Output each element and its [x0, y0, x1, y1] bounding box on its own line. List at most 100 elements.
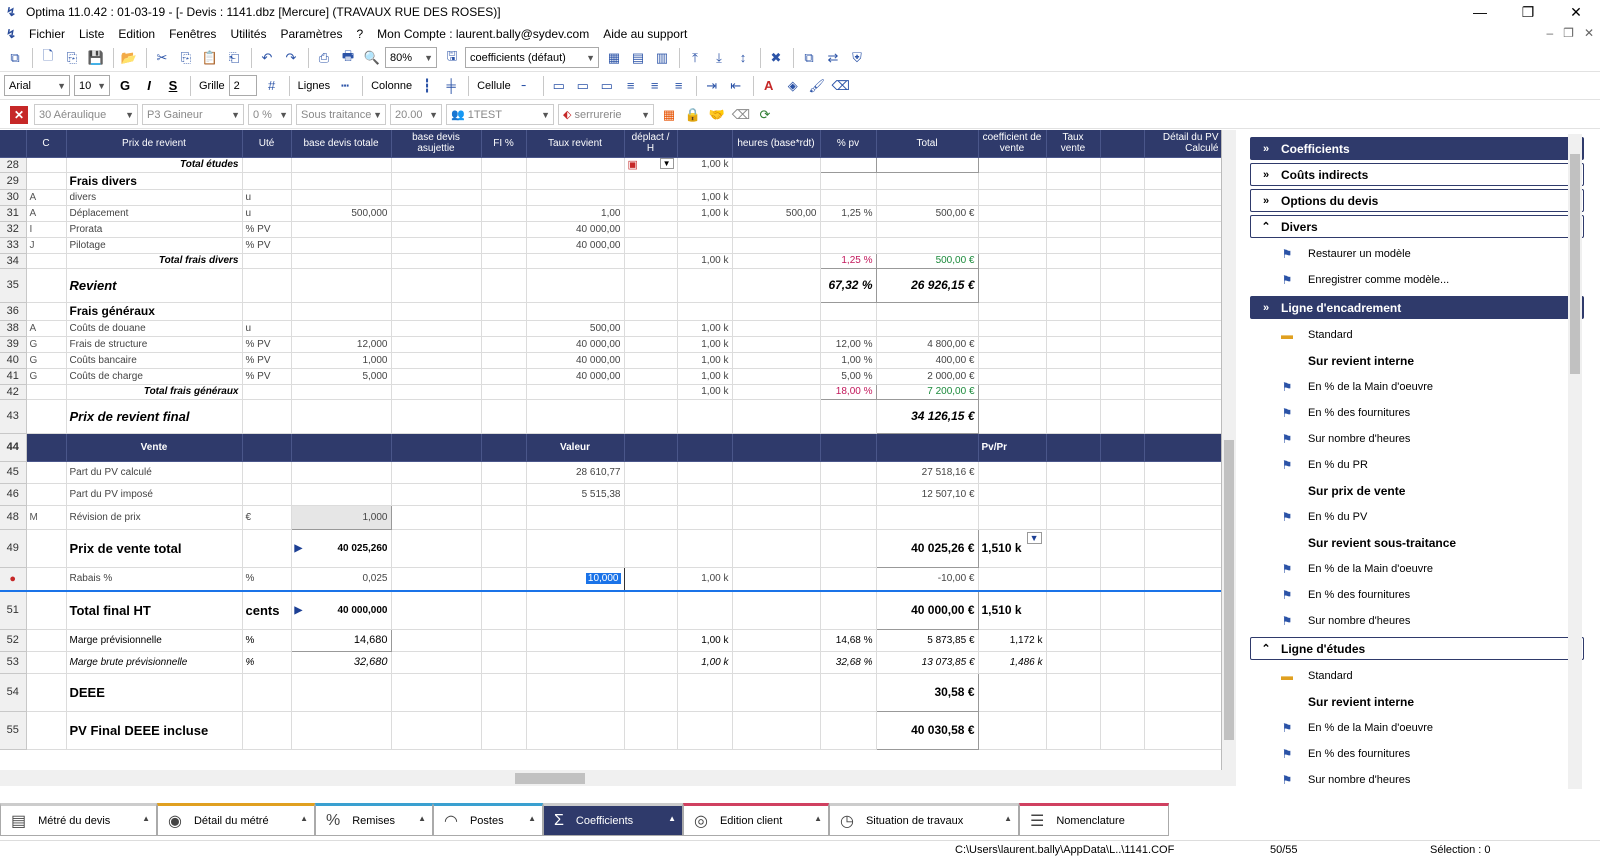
cell[interactable] [291, 221, 392, 238]
cell-total[interactable]: 27 518,16 € [876, 461, 979, 484]
cell[interactable] [1046, 352, 1101, 369]
cell[interactable] [624, 591, 678, 630]
cell[interactable] [1144, 461, 1221, 484]
cell[interactable] [1046, 461, 1101, 484]
cell-taux[interactable]: 40 000,00 [526, 336, 625, 353]
column-style-icon[interactable]: ┇ [416, 75, 438, 97]
cell[interactable] [1144, 673, 1221, 712]
cell[interactable] [1144, 567, 1221, 592]
cell-label[interactable]: PV Final DEEE incluse [66, 711, 243, 750]
cell-pv[interactable]: 1,25 % [820, 205, 877, 222]
cell[interactable] [732, 302, 821, 321]
cell[interactable] [978, 320, 1047, 337]
cell-base[interactable]: 14,680 [290, 628, 392, 652]
outdent-icon[interactable]: ⇤ [725, 75, 747, 97]
cell[interactable] [820, 237, 877, 254]
cell[interactable] [526, 157, 625, 173]
cell[interactable] [732, 189, 821, 206]
brush-icon[interactable]: 🖌 [806, 75, 828, 97]
calc-icon[interactable]: ▦ [603, 47, 625, 69]
cell-base[interactable]: 12,000 [291, 336, 392, 353]
grid-vertical-scrollbar[interactable] [1222, 130, 1236, 770]
cell[interactable] [978, 172, 1047, 190]
cell[interactable] [732, 567, 821, 592]
cell[interactable] [876, 237, 979, 254]
panel-header-couts-indirects[interactable]: » Coûts indirects [1250, 163, 1584, 186]
col-header[interactable]: Uté [242, 130, 292, 158]
soustraitance-select[interactable]: Sous traitance ▼ [296, 104, 386, 125]
col-header[interactable]: base devis totale [291, 130, 392, 158]
cell[interactable] [1144, 320, 1221, 337]
cell[interactable] [732, 253, 821, 269]
cell[interactable] [1144, 352, 1221, 369]
cell[interactable] [1144, 336, 1221, 353]
row-number[interactable]: 43 [0, 399, 27, 434]
cell[interactable] [677, 461, 733, 484]
column-border-icon[interactable]: ╪ [440, 75, 462, 97]
table-row[interactable]: 43 Prix de revient final 34 126,15 € [0, 398, 1221, 434]
cell[interactable] [481, 253, 527, 269]
row-number[interactable]: 52 [0, 629, 27, 652]
rate-select[interactable]: 20.00 ▼ [390, 104, 442, 125]
cell[interactable] [1100, 157, 1145, 173]
cell-label[interactable]: Prix de revient final [66, 399, 243, 434]
cell[interactable] [1046, 336, 1101, 353]
grid-value-input[interactable]: 2 [228, 75, 257, 96]
tab-edition-client[interactable]: ◎ Edition client ▲ [683, 803, 829, 836]
cell-coef[interactable]: 1,00 k [677, 629, 733, 652]
cell[interactable] [732, 221, 821, 238]
cell-code[interactable]: I [26, 221, 67, 238]
cell[interactable] [291, 384, 392, 400]
restore-icon[interactable]: ❐ [1504, 0, 1552, 24]
cell-total[interactable]: 40 000,00 € [875, 590, 979, 630]
cell-label[interactable]: Total études [66, 157, 243, 173]
tab-postes[interactable]: ◠ Postes ▲ [433, 803, 543, 836]
panel-item-sur-nombre-d-heures[interactable]: ⚑ Sur nombre d'heures [1250, 608, 1584, 634]
cell[interactable] [1144, 399, 1221, 434]
panel-header-coefficients[interactable]: » Coefficients [1250, 137, 1584, 160]
panel-item-sur-nombre-d-heures[interactable]: ⚑ Sur nombre d'heures [1250, 767, 1584, 789]
row-number[interactable]: 49 [0, 529, 27, 568]
panel-scrollbar[interactable] [1568, 134, 1582, 789]
cell-label[interactable]: Rabais % [66, 567, 243, 592]
cell[interactable] [291, 399, 392, 434]
italic-button[interactable]: I [138, 75, 160, 97]
cell[interactable] [1100, 336, 1145, 353]
minimize-icon[interactable]: — [1456, 0, 1504, 24]
underline-button[interactable]: S [162, 75, 184, 97]
font-color-icon[interactable]: A [758, 75, 780, 97]
cell-coef[interactable]: 1,00 k [677, 157, 733, 173]
cell[interactable] [978, 483, 1047, 506]
cell-label[interactable]: Frais divers [66, 172, 243, 190]
cell[interactable] [820, 673, 877, 712]
paste-special-icon[interactable]: ⎗ [223, 47, 245, 69]
line-style-icon[interactable]: ┅ [334, 75, 356, 97]
cell-valeur[interactable]: 28 610,77 [526, 461, 625, 484]
cell[interactable] [1100, 352, 1145, 369]
table-row[interactable]: 28 Total études ▣ ▼ 1,00 k [0, 156, 1221, 173]
cell[interactable] [624, 368, 678, 385]
panel-header-options-du-devis[interactable]: » Options du devis [1250, 189, 1584, 212]
cell[interactable] [624, 237, 678, 254]
redo-icon[interactable]: ↷ [280, 47, 302, 69]
cell[interactable] [978, 384, 1047, 400]
pdf-icon[interactable]: ⎙ [313, 47, 335, 69]
cell[interactable] [1046, 629, 1101, 652]
cell-total[interactable]: 34 126,15 € [875, 398, 979, 434]
table-row[interactable]: 42 Total frais généraux 1,00 k 18,00 % 7… [0, 383, 1221, 400]
table-row[interactable]: 33 J Pilotage % PV 40 000,00 [0, 237, 1221, 254]
cell[interactable] [624, 629, 678, 652]
cell[interactable] [1046, 237, 1101, 254]
panel-item-enregistrer-comme-modele[interactable]: ⚑ Enregistrer comme modèle... [1250, 267, 1584, 293]
cell-unit[interactable]: % PV [242, 336, 292, 353]
cell-edit-value[interactable]: 10,000 [585, 573, 621, 585]
cell[interactable] [526, 189, 625, 206]
cell-label[interactable]: Coûts de charge [66, 368, 243, 385]
cell[interactable] [391, 529, 482, 568]
cell[interactable] [978, 461, 1047, 484]
cell[interactable] [732, 268, 821, 303]
col-header[interactable]: % pv [820, 130, 877, 158]
cell-label[interactable]: divers [66, 189, 243, 206]
table-row[interactable]: 32 I Prorata % PV 40 000,00 [0, 221, 1221, 238]
cell[interactable] [624, 302, 678, 321]
